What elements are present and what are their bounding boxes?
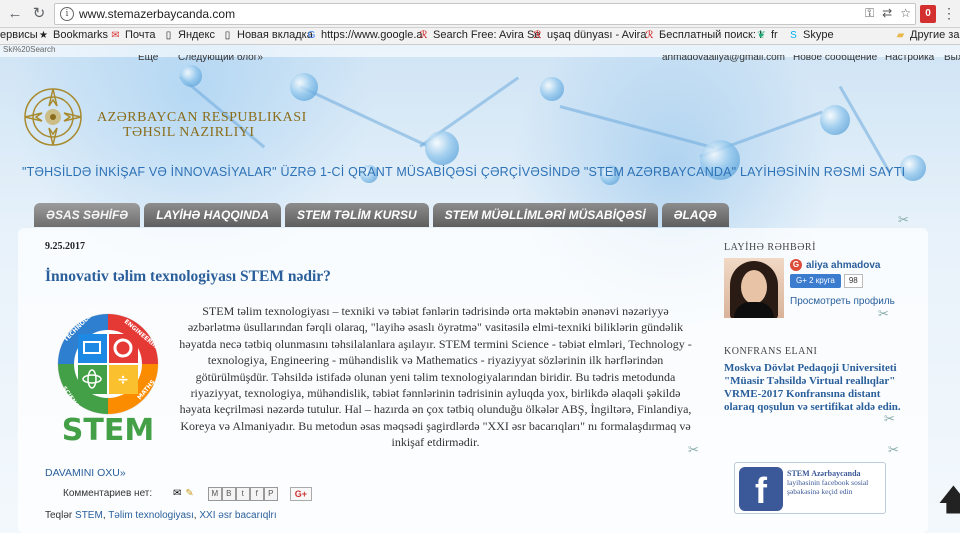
bookmark-item[interactable]: ▯ Яндекс (163, 29, 215, 41)
browser-toolbar: ← ↻ i www.stemazerbaycanda.com ⚿ ⇄ ☆ 0 ⋮ (0, 0, 960, 28)
kebab-menu-icon[interactable]: ⋮ (942, 5, 956, 22)
wrench-icon[interactable]: ✂ (884, 411, 895, 427)
avira-icon: ℛ (419, 29, 428, 41)
bookmark-item[interactable]: ❦ fr (756, 29, 777, 41)
key-icon[interactable]: ⚿ (865, 6, 874, 21)
leaf-icon: ❦ (757, 29, 766, 41)
label-link[interactable]: Təlim texnologiyası (108, 510, 194, 521)
gplus-icon: G (790, 259, 802, 271)
page-icon: ▯ (165, 29, 172, 41)
bookmark-item[interactable]: ервисы (0, 29, 38, 41)
more-link[interactable]: Еще (138, 55, 158, 63)
post-actions: ✉ ✎ M B t f P G+ (173, 487, 313, 501)
page-icon: ▯ (224, 29, 231, 41)
conference-link[interactable]: Moskva Dövlət Pedaqoji Universiteti "Müa… (724, 362, 904, 414)
wrench-icon[interactable]: ✂ (878, 306, 889, 322)
next-blog-link[interactable]: Следующий блог» (178, 55, 263, 63)
avira-icon: ℛ (533, 29, 542, 41)
tab-training-course[interactable]: STEM TƏLİM KURSU (285, 203, 429, 227)
svg-text:STEM: STEM (62, 413, 154, 446)
google-icon: G (307, 29, 316, 41)
avatar[interactable] (724, 258, 784, 318)
leader-heading: LAYİHƏ RƏHBƏRİ (724, 242, 816, 253)
account-email: ahmadovaaliya@gmail.com (662, 55, 785, 63)
site-title: "TƏHSİLDƏ İNKİŞAF VƏ İNNOVASİYALAR" ÜZRƏ… (22, 165, 906, 179)
bookmark-item[interactable]: S Skype (788, 29, 833, 41)
exit-link[interactable]: Вых (944, 55, 960, 63)
bookmark-item[interactable]: ℛ Search Free: Avira Se (418, 29, 541, 41)
bookmark-item[interactable]: ▯ Новая вкладка (222, 29, 313, 41)
info-icon[interactable]: i (60, 7, 74, 21)
share-twitter-button[interactable]: t (235, 487, 250, 501)
share-blog-button[interactable]: B (221, 487, 236, 501)
url-text[interactable]: www.stemazerbaycanda.com (79, 7, 235, 21)
skype-icon: S (790, 29, 797, 41)
wrench-icon[interactable]: ✂ (688, 442, 699, 458)
gplus-share-button[interactable]: G+ (289, 487, 313, 501)
settings-link[interactable]: Настройка (885, 55, 934, 63)
scroll-to-top-icon[interactable]: 🡅 (938, 484, 960, 518)
tab-teacher-contest[interactable]: STEM MÜƏLLİMLƏRİ MÜSABİQƏSİ (432, 203, 658, 227)
star-icon: ★ (39, 29, 48, 41)
back-icon[interactable]: ← (6, 5, 24, 23)
folder-icon: ▰ (896, 29, 905, 41)
address-bar[interactable]: i www.stemazerbaycanda.com ⚿ ⇄ ☆ (54, 3, 916, 25)
bookmarks-bar: ервисы ★ Bookmarks ✉ Почта ▯ Яндекс ▯ Новая … (0, 28, 960, 45)
ministry-name: AZƏRBAYCAN RESPUBLIKASI TƏHSIL NAZIRLIYI (97, 110, 307, 140)
circles-button[interactable]: G+ 2 круга (790, 274, 841, 288)
post-body: STEM təlim texnologiyası – texniki və tə… (179, 304, 692, 450)
reload-icon[interactable]: ↻ (30, 5, 48, 23)
share-buttons: M B t f P (207, 487, 278, 501)
bookmark-item[interactable]: ★ Bookmarks (38, 29, 108, 41)
wrench-icon[interactable]: ✂ (888, 442, 899, 458)
tab-contact[interactable]: ƏLAQƏ (661, 203, 729, 227)
stem-logo: ÷ TECHNOLOGY ENGINEERING SCIENCE MATHS S… (57, 308, 163, 446)
circles-count: 98 (843, 274, 863, 288)
bookmark-item[interactable]: ▰Другие закл (895, 29, 960, 41)
post-title[interactable]: İnnovativ təlim texnologiyası STEM nədir… (45, 268, 331, 286)
label-link[interactable]: STEM (75, 510, 103, 521)
extension-icon[interactable]: 0 (920, 5, 936, 23)
bookmark-star-icon[interactable]: ☆ (900, 6, 911, 21)
new-post-link[interactable]: Новое сообщение (793, 55, 877, 63)
edit-pencil-icon[interactable]: ✎ (185, 487, 193, 501)
read-more-link[interactable]: DAVAMINI OXU» (45, 467, 126, 479)
facebook-banner[interactable]: f STEM Azərbaycanda layihəsinin facebook … (734, 462, 886, 514)
avira-icon: ℛ (645, 29, 654, 41)
ministry-emblem (24, 88, 82, 146)
svg-text:÷: ÷ (117, 372, 129, 388)
bookmark-item[interactable]: ℛuşaq dünyası - Avira (532, 29, 647, 41)
share-facebook-button[interactable]: f (249, 487, 264, 501)
share-email-button[interactable]: M (207, 487, 222, 501)
facebook-icon: f (739, 467, 783, 511)
tab-about-project[interactable]: LAYİHƏ HAQQINDA (144, 203, 282, 227)
post-labels: Teqlər STEM, Təlim texnologiyası, XXI əs… (45, 510, 277, 521)
bookmark-item[interactable]: Ghttps://www.google.a (306, 29, 423, 41)
blogger-navbar: Еще Следующий блог» ahmadovaaliya@gmail.… (0, 55, 960, 65)
bookmark-item[interactable]: ℛ Бесплатный поиск: I (644, 29, 763, 41)
wrench-icon[interactable]: ✂ (898, 212, 909, 228)
post-date: 9.25.2017 (45, 241, 85, 252)
translate-icon[interactable]: ⇄ (882, 6, 892, 21)
main-nav: ƏSAS SƏHİFƏ LAYİHƏ HAQQINDA STEM TƏLİM K… (34, 203, 729, 227)
bookmark-item[interactable]: ✉ Почта (110, 29, 155, 41)
label-link[interactable]: XXI əsr bacarıqlrı (199, 510, 276, 521)
profile-name-link[interactable]: G aliya ahmadova (790, 259, 880, 271)
conference-heading: KONFRANS ELANI (724, 346, 818, 357)
gplus-circles: G+ 2 круга 98 (790, 274, 863, 288)
comments-count[interactable]: Комментариев нет: (63, 488, 152, 499)
share-pinterest-button[interactable]: P (263, 487, 278, 501)
tab-home[interactable]: ƏSAS SƏHİFƏ (34, 203, 141, 227)
mail-icon: ✉ (111, 29, 120, 41)
email-post-icon[interactable]: ✉ (173, 487, 181, 501)
